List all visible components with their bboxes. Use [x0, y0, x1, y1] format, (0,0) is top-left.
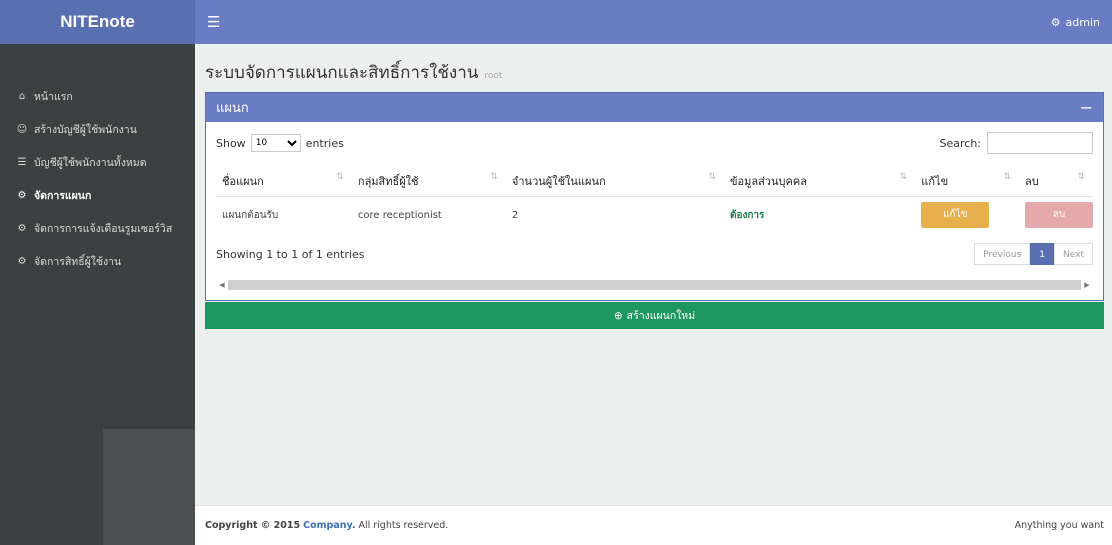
- copyright-text: Copyright © 2015: [205, 520, 301, 531]
- page-length: Show 10 entries: [216, 134, 344, 152]
- department-table: ชื่อแผนก ⇅ กลุ่มสิทธิ์ผู้ใช้ ⇅ จำนวนผู้ใช้…: [216, 166, 1093, 234]
- column-label: กลุ่มสิทธิ์ผู้ใช้: [357, 174, 419, 188]
- column-label: แก้ไข: [921, 174, 949, 188]
- column-header-count[interactable]: จำนวนผู้ใช้ในแผนก ⇅: [505, 166, 724, 197]
- scrollbar-track[interactable]: [228, 280, 1081, 290]
- edit-button[interactable]: แก้ไข: [921, 202, 990, 229]
- sidebar-item-label: บัญชีผู้ใช้พนักงานทั้งหมด: [34, 157, 147, 169]
- create-department-button[interactable]: ⊕ สร้างแผนกใหม่: [205, 302, 1104, 329]
- cogs-icon: ⚙: [17, 223, 27, 234]
- show-label: Show: [216, 136, 246, 150]
- table-header-row: ชื่อแผนก ⇅ กลุ่มสิทธิ์ผู้ใช้ ⇅ จำนวนผู้ใช้…: [216, 166, 1093, 197]
- column-header-edit[interactable]: แก้ไข ⇅: [915, 166, 1019, 197]
- cogs-icon: ⚙: [17, 256, 27, 267]
- sidebar-item-label: สร้างบัญชีผู้ใช้พนักงาน: [34, 124, 137, 136]
- collapse-icon[interactable]: −: [1080, 98, 1093, 117]
- column-label: จำนวนผู้ใช้ในแผนก: [511, 174, 606, 188]
- column-label: ลบ: [1025, 174, 1039, 188]
- previous-button[interactable]: Previous: [974, 243, 1031, 265]
- sidebar-item-create-account[interactable]: ☺ สร้างบัญชีผู้ใช้พนักงาน: [0, 113, 195, 146]
- sidebar-decoration: [103, 429, 195, 545]
- pagination: Previous 1 Next: [974, 243, 1093, 265]
- hamburger-icon[interactable]: ☰: [207, 13, 220, 31]
- sidebar-item-departments[interactable]: ⚙ จัดการแผนก: [0, 179, 195, 212]
- sort-icon: ⇅: [708, 171, 716, 182]
- cell-edit: แก้ไข: [915, 196, 1019, 234]
- entries-label: entries: [305, 136, 344, 150]
- box-title: แผนก: [216, 101, 249, 116]
- sidebar-header: [0, 44, 195, 80]
- column-header-personal[interactable]: ข้อมูลส่วนบุคคล ⇅: [723, 166, 916, 197]
- box-body: Show 10 entries Search: ชื่อแผนก ⇅ กลุ่มส…: [206, 122, 1103, 300]
- users-icon: ☰: [17, 157, 27, 168]
- sidebar-item-home[interactable]: ⌂ หน้าแรก: [0, 80, 195, 113]
- cogs-icon: ⚙: [17, 190, 27, 201]
- search: Search:: [939, 132, 1093, 154]
- cell-name: แผนกต้อนรับ: [222, 209, 279, 221]
- sort-icon: ⇅: [899, 171, 908, 182]
- scroll-left-icon[interactable]: ◀: [216, 281, 228, 289]
- company-link[interactable]: Company.: [303, 520, 355, 531]
- sidebar-item-label: หน้าแรก: [34, 91, 73, 103]
- table-row: แผนกต้อนรับ core receptionist 2 ต้องการ …: [216, 196, 1093, 234]
- rights-text: All rights reserved.: [358, 520, 449, 531]
- table-info: Showing 1 to 1 of 1 entries: [216, 247, 365, 261]
- column-header-group[interactable]: กลุ่มสิทธิ์ผู้ใช้ ⇅: [351, 166, 506, 197]
- column-label: ข้อมูลส่วนบุคคล: [729, 174, 807, 188]
- table-controls: Show 10 entries Search:: [216, 132, 1093, 154]
- cell-delete: ลบ: [1019, 196, 1093, 234]
- page-subtitle: root: [484, 71, 503, 81]
- search-input[interactable]: [987, 132, 1093, 154]
- delete-button[interactable]: ลบ: [1025, 202, 1093, 229]
- page-1-button[interactable]: 1: [1030, 243, 1055, 265]
- sidebar: ⌂ หน้าแรก ☺ สร้างบัญชีผู้ใช้พนักงาน ☰ บั…: [0, 44, 195, 545]
- search-label: Search:: [939, 136, 982, 150]
- sort-icon: ⇅: [490, 171, 498, 182]
- next-button[interactable]: Next: [1054, 243, 1093, 265]
- footer-right-text: Anything you want: [1014, 520, 1104, 531]
- column-label: ชื่อแผนก: [222, 174, 264, 188]
- page-title-text: ระบบจัดการแผนกและสิทธิ์การใช้งาน: [205, 63, 479, 83]
- logo-text: NITEnote: [60, 12, 135, 31]
- horizontal-scrollbar[interactable]: ◀ ▶: [216, 280, 1093, 290]
- table-footer: Showing 1 to 1 of 1 entries Previous 1 N…: [216, 242, 1093, 266]
- copyright: Copyright © 2015 Company. All rights res…: [205, 520, 448, 531]
- gear-icon: ⚙: [1050, 15, 1061, 29]
- app-logo[interactable]: NITEnote: [0, 0, 195, 44]
- sort-asc-icon: ⇅: [336, 171, 344, 182]
- plus-circle-icon: ⊕: [613, 309, 623, 322]
- create-department-label: สร้างแผนกใหม่: [626, 310, 696, 322]
- sidebar-item-label: จัดการสิทธิ์ผู้ใช้งาน: [34, 256, 122, 268]
- user-add-icon: ☺: [16, 124, 28, 135]
- sidebar-item-all-accounts[interactable]: ☰ บัญชีผู้ใช้พนักงานทั้งหมด: [0, 146, 195, 179]
- sidebar-item-label: จัดการการแจ้งเตือนรูมเซอร์วิส: [34, 223, 173, 235]
- department-box: แผนก − Show 10 entries Search: ชื่อแผนก ⇅: [205, 92, 1104, 301]
- cell-group: core receptionist: [357, 209, 442, 221]
- cell-personal: ต้องการ: [729, 209, 765, 221]
- scroll-right-icon[interactable]: ▶: [1081, 281, 1093, 289]
- footer: Copyright © 2015 Company. All rights res…: [195, 505, 1112, 545]
- home-icon: ⌂: [18, 91, 26, 102]
- user-name: admin: [1065, 15, 1100, 29]
- main-content: ระบบจัดการแผนกและสิทธิ์การใช้งาน root แผน…: [195, 44, 1112, 545]
- sidebar-item-label: จัดการแผนก: [34, 190, 92, 202]
- column-header-delete[interactable]: ลบ ⇅: [1019, 166, 1093, 197]
- page-title: ระบบจัดการแผนกและสิทธิ์การใช้งาน root: [205, 59, 502, 86]
- sidebar-item-room-service[interactable]: ⚙ จัดการการแจ้งเตือนรูมเซอร์วิส: [0, 212, 195, 245]
- cell-count: 2: [511, 209, 519, 221]
- sort-icon: ⇅: [1077, 171, 1085, 182]
- sort-icon: ⇅: [1003, 171, 1011, 182]
- user-menu[interactable]: ⚙ admin: [1051, 16, 1100, 29]
- top-navbar: ☰ ⚙ admin: [195, 0, 1112, 44]
- sidebar-item-permissions[interactable]: ⚙ จัดการสิทธิ์ผู้ใช้งาน: [0, 245, 195, 278]
- page-length-select[interactable]: 10: [250, 134, 301, 152]
- column-header-name[interactable]: ชื่อแผนก ⇅: [216, 166, 352, 197]
- box-header: แผนก −: [206, 93, 1103, 122]
